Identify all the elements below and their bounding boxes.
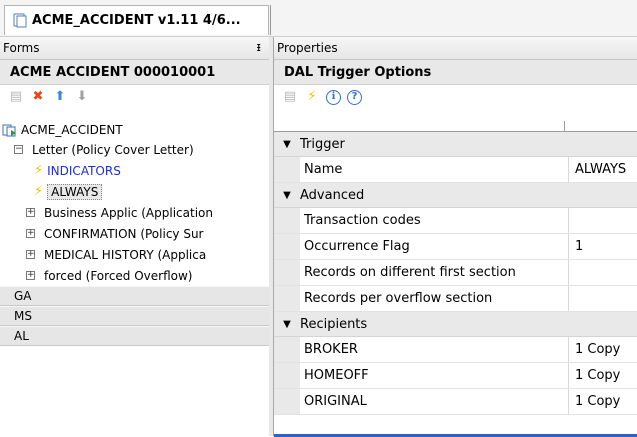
expand-icon[interactable]: + [26, 229, 35, 238]
properties-panel-header: Properties [274, 37, 637, 60]
tree-node-label: CONFIRMATION (Policy Sur [44, 226, 204, 241]
category-recipients[interactable]: ▼ Recipients [274, 312, 637, 337]
tree-node-form[interactable]: + CONFIRMATION (Policy Sur [0, 223, 269, 244]
forms-section-title: ACME ACCIDENT 000010001 [0, 60, 269, 85]
properties-panel-title: Properties [277, 41, 338, 55]
tree-root-node[interactable]: ACME_ACCIDENT [0, 121, 269, 139]
category-trigger[interactable]: ▼ Trigger [274, 132, 637, 157]
expand-icon[interactable]: + [26, 271, 35, 280]
tree-node-label-selected: ALWAYS [47, 183, 103, 200]
document-tab-title: ACME_ACCIDENT v1.11 4/6... [32, 13, 241, 28]
tree-node-label: Business Applic (Application [44, 205, 213, 220]
tree-node-label: MEDICAL HISTORY (Applica [44, 247, 207, 262]
property-gutter [274, 157, 300, 182]
property-value[interactable]: ALWAYS [569, 157, 637, 182]
property-value[interactable] [569, 260, 637, 285]
form-set-icon [2, 124, 17, 137]
property-value[interactable] [569, 286, 637, 311]
properties-icon[interactable]: ▤ [8, 89, 24, 105]
forms-toolbar: ▤ ✖ ⬆ ⬇ [0, 85, 269, 109]
document-tab-strip: ACME_ACCIDENT v1.11 4/6... [0, 0, 637, 37]
tree-node-label: forced (Forced Overflow) [44, 268, 193, 283]
tab-divider [270, 5, 271, 35]
category-advanced[interactable]: ▼ Advanced [274, 183, 637, 208]
collapse-arrow-icon[interactable]: ▼ [274, 319, 300, 330]
group-bar-ga[interactable]: GA [0, 286, 269, 306]
property-gutter [274, 389, 300, 414]
move-up-icon[interactable]: ⬆ [52, 89, 68, 105]
properties-panel: Properties DAL Trigger Options ▤ ⚡ ℹ? ▼ Tri… [273, 37, 637, 437]
property-name: ORIGINAL [300, 389, 569, 414]
expand-icon[interactable]: + [26, 250, 35, 259]
property-name: Transaction codes [300, 208, 569, 233]
property-name: Occurrence Flag [300, 234, 569, 259]
group-bar-al[interactable]: AL [0, 326, 269, 346]
trigger-bolt-icon: ⚡ [34, 163, 44, 178]
category-label: Advanced [300, 187, 365, 203]
delete-icon[interactable]: ✖ [30, 89, 46, 105]
property-grid-header [274, 121, 637, 132]
tree-node-trigger-indicators[interactable]: ⚡ INDICATORS [0, 160, 269, 181]
property-name: BROKER [300, 337, 569, 362]
property-row[interactable]: Name ALWAYS [274, 157, 637, 183]
info-icon[interactable]: ℹ [326, 89, 341, 105]
property-gutter [274, 260, 300, 285]
property-gutter [274, 234, 300, 259]
property-value[interactable] [569, 208, 637, 233]
expand-icon[interactable]: + [26, 208, 35, 217]
property-row[interactable]: HOMEOFF 1 Copy [274, 363, 637, 389]
properties-section-title: DAL Trigger Options [274, 60, 637, 85]
collapse-arrow-icon[interactable]: ▼ [274, 139, 300, 150]
property-row[interactable]: BROKER 1 Copy [274, 337, 637, 363]
tree-node-label: Letter (Policy Cover Letter) [32, 142, 194, 157]
property-name: Name [300, 157, 569, 182]
category-label: Recipients [300, 316, 368, 332]
group-bar-ms[interactable]: MS [0, 306, 269, 326]
collapse-arrow-icon[interactable]: ▼ [274, 190, 300, 201]
property-grid: ▼ Trigger Name ALWAYS ▼ Advanced Transaction c… [274, 121, 637, 415]
property-gutter [274, 337, 300, 362]
property-gutter [274, 286, 300, 311]
forms-tree: ACME_ACCIDENT − Letter (Policy Cover Let… [0, 121, 269, 346]
tree-node-label: INDICATORS [47, 163, 121, 178]
property-name: HOMEOFF [300, 363, 569, 388]
document-tab[interactable]: ACME_ACCIDENT v1.11 4/6... [4, 5, 269, 35]
property-value[interactable]: 1 Copy [569, 337, 637, 362]
tree-node-form[interactable]: + forced (Forced Overflow) [0, 265, 269, 286]
trigger-bolt-icon: ⚡ [34, 184, 44, 199]
category-label: Trigger [300, 136, 345, 152]
property-value[interactable]: 1 Copy [569, 363, 637, 388]
tree-node-form[interactable]: + Business Applic (Application [0, 202, 269, 223]
property-row[interactable]: ORIGINAL 1 Copy [274, 389, 637, 415]
tree-node-letter[interactable]: − Letter (Policy Cover Letter) [0, 139, 269, 160]
tree-node-trigger-always[interactable]: ⚡ ALWAYS [0, 181, 269, 202]
trigger-bolt-icon[interactable]: ⚡ [304, 89, 320, 105]
forms-panel-header: Forms ᵻ [0, 37, 269, 60]
property-name: Records on different first section [300, 260, 569, 285]
collapse-icon[interactable]: − [14, 145, 23, 154]
property-row[interactable]: Occurrence Flag 1 [274, 234, 637, 260]
property-row[interactable]: Records on different first section [274, 260, 637, 286]
properties-toolbar: ▤ ⚡ ℹ? [274, 85, 637, 109]
properties-icon[interactable]: ▤ [282, 89, 298, 105]
help-icon[interactable]: ? [347, 89, 362, 105]
property-gutter [274, 363, 300, 388]
tree-root-label: ACME_ACCIDENT [21, 123, 123, 137]
property-row[interactable]: Transaction codes [274, 208, 637, 234]
property-name: Records per overflow section [300, 286, 569, 311]
property-row[interactable]: Records per overflow section [274, 286, 637, 312]
document-icon [13, 13, 27, 28]
property-value[interactable]: 1 [569, 234, 637, 259]
property-value[interactable]: 1 Copy [569, 389, 637, 414]
forms-panel: Forms ᵻ ACME ACCIDENT 000010001 ▤ ✖ ⬆ ⬇ ACM… [0, 37, 270, 436]
tree-node-form[interactable]: + MEDICAL HISTORY (Applica [0, 244, 269, 265]
move-down-icon[interactable]: ⬇ [74, 89, 90, 105]
forms-panel-title: Forms [3, 41, 40, 55]
pin-icon[interactable]: ᵻ [257, 40, 261, 54]
property-gutter [274, 208, 300, 233]
